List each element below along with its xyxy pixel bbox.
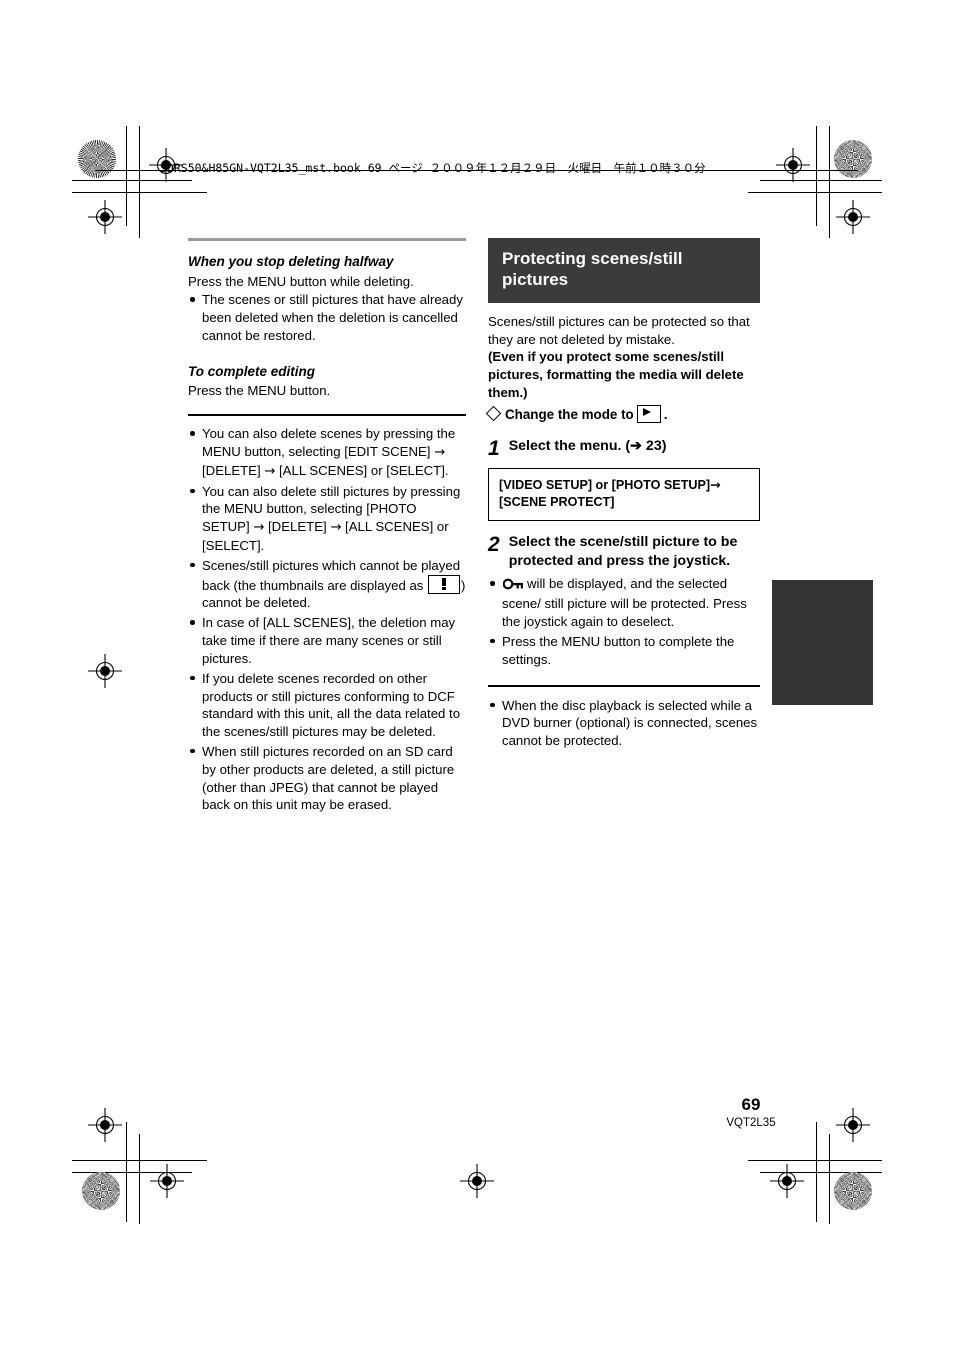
crop-mark-line	[816, 1122, 817, 1222]
playback-mode-icon	[636, 404, 661, 423]
crop-mark-line	[126, 1122, 127, 1222]
arrow-glyph: →	[710, 476, 721, 492]
list-item: You can also delete still pictures by pr…	[188, 483, 466, 555]
paragraph-complete-editing: Press the MENU button.	[188, 383, 331, 399]
paragraph-stop-deleting: Press the MENU button while deleting.	[188, 273, 414, 289]
crop-mark-line	[139, 1134, 140, 1224]
menu-path-line-1: [VIDEO SETUP] or [PHOTO SETUP]	[499, 477, 711, 492]
crop-mark-line	[126, 126, 127, 226]
crop-mark-line	[748, 192, 882, 193]
mode-change-line: Change the mode to.	[485, 404, 760, 425]
registration-target	[836, 200, 870, 234]
step-1-number: 1	[488, 436, 500, 460]
heading-complete-editing: To complete editing	[188, 363, 316, 379]
list-item: If you delete scenes recorded on other p…	[188, 670, 466, 741]
section-divider-gray	[188, 238, 466, 241]
page-footer: 69 VQT2L35	[686, 1095, 816, 1131]
section-title-protecting: Protecting scenes/still pictures	[488, 238, 760, 303]
registration-target	[88, 654, 122, 688]
step-2: 2 Select the scene/still picture to be p…	[488, 533, 760, 571]
registration-target	[836, 1108, 870, 1142]
paragraph-protect-intro-bold: (Even if you protect some scenes/still p…	[488, 349, 744, 401]
menu-path-box: [VIDEO SETUP] or [PHOTO SETUP]→ [SCENE P…	[488, 467, 760, 521]
mode-change-suffix: .	[663, 406, 668, 422]
registration-starburst	[78, 140, 116, 178]
note-text-mid: [DELETE]	[202, 462, 265, 478]
left-column: When you stop deleting halfway Press the…	[188, 238, 466, 816]
step-2-number: 2	[488, 532, 500, 556]
registration-target	[460, 1164, 494, 1198]
list-item: Scenes/still pictures which cannot be pl…	[188, 557, 466, 612]
notes-list: You can also delete scenes by pressing t…	[188, 425, 466, 814]
mode-change-label: Change the mode to	[505, 406, 634, 422]
registration-starburst	[834, 140, 872, 178]
thumb-index-tab	[772, 580, 873, 705]
footnote-list: When the disc playback is selected while…	[488, 697, 760, 750]
step-1-text: Select the menu. (➔ 23)	[508, 437, 667, 454]
list-item: The scenes or still pictures that have a…	[188, 291, 466, 344]
registration-target	[150, 1164, 184, 1198]
crop-mark-line	[760, 180, 882, 181]
step-2-text: Select the scene/still picture to be pro…	[508, 533, 738, 569]
page-number: 69	[741, 1095, 761, 1114]
section-divider-black	[188, 414, 466, 417]
page-code: VQT2L35	[726, 1116, 776, 1129]
registration-starburst	[834, 1172, 872, 1210]
arrow-glyph: →	[253, 520, 265, 536]
registration-target	[88, 200, 122, 234]
crop-mark-line	[72, 1172, 192, 1173]
book-header-text: SDRS50&H85GN-VQT2L35_mst.book 69 ページ ２００…	[160, 161, 706, 175]
exclamation-thumbnail-icon	[428, 574, 461, 594]
arrow-glyph: →	[434, 444, 446, 460]
list-item: will be displayed, and the selected scen…	[488, 575, 760, 630]
printed-page: SDRS50&H85GN-VQT2L35_mst.book 69 ページ ２００…	[0, 0, 954, 1348]
list-item: When the disc playback is selected while…	[488, 697, 760, 750]
diamond-bullet-icon	[485, 405, 502, 422]
list-item: Press the MENU button to complete the se…	[488, 633, 760, 669]
crop-mark-line	[748, 1160, 882, 1161]
crop-mark-line	[829, 126, 830, 238]
crop-mark-line	[72, 180, 192, 181]
step-2-notes: will be displayed, and the selected scen…	[488, 575, 760, 668]
crop-mark-line	[829, 1134, 830, 1224]
bullet-list-stop-deleting: The scenes or still pictures that have a…	[188, 291, 466, 344]
crop-mark-line	[139, 126, 140, 238]
crop-mark-line	[760, 1172, 882, 1173]
registration-starburst	[82, 1172, 120, 1210]
list-item: You can also delete scenes by pressing t…	[188, 425, 466, 480]
heading-stop-deleting: When you stop deleting halfway	[188, 254, 394, 269]
list-item: In case of [ALL SCENES], the deletion ma…	[188, 614, 466, 667]
right-column: Protecting scenes/still pictures Scenes/…	[485, 238, 760, 752]
note-text-mid: [DELETE]	[264, 519, 331, 535]
registration-target	[770, 1164, 804, 1198]
list-item: When still pictures recorded on an SD ca…	[188, 743, 466, 814]
crop-mark-line	[816, 126, 817, 226]
note-text: will be displayed, and the selected scen…	[502, 576, 747, 630]
note-text-pre: You can also delete scenes by pressing t…	[202, 426, 456, 459]
note-text-post: [ALL SCENES] or [SELECT].	[275, 462, 449, 478]
arrow-glyph: →	[330, 520, 342, 536]
section-divider-black	[488, 684, 760, 687]
key-protect-icon	[502, 577, 524, 595]
registration-target	[88, 1108, 122, 1142]
step-1: 1 Select the menu. (➔ 23)	[488, 437, 760, 459]
menu-path-line-2: [SCENE PROTECT]	[499, 494, 615, 509]
paragraph-protect-intro: Scenes/still pictures can be protected s…	[488, 313, 750, 347]
arrow-glyph: →	[264, 463, 276, 479]
note-text-pre: Scenes/still pictures which cannot be pl…	[202, 557, 461, 593]
